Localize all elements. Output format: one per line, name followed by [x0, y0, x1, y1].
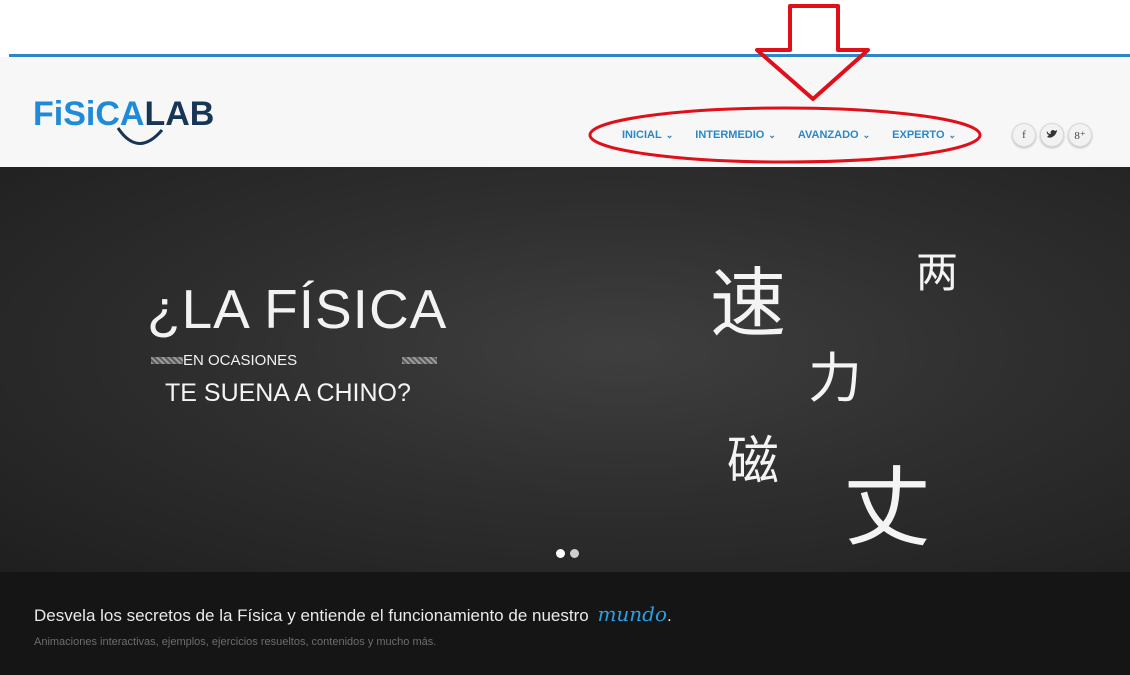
carousel-dot-2[interactable] — [570, 549, 579, 558]
kanji-length: 丈 — [843, 456, 932, 559]
chevron-down-icon: ⌄ — [862, 129, 871, 140]
tagline-subtext: Animaciones interactivas, ejemplos, ejer… — [34, 636, 437, 648]
chevron-down-icon: ⌄ — [948, 129, 957, 140]
nav-label: EXPERTO — [892, 129, 945, 141]
facebook-button[interactable]: f — [1012, 123, 1036, 147]
carousel-dot-1[interactable] — [556, 549, 565, 558]
nav-label: INICIAL — [622, 129, 662, 141]
chevron-down-icon: ⌄ — [665, 129, 674, 140]
facebook-icon: f — [1022, 129, 1026, 141]
kanji-force: 力 — [808, 347, 862, 410]
hero-title-line2: TE SUENA A CHINO? — [165, 379, 411, 407]
logo-smile-icon — [116, 127, 164, 145]
hero-subtitle: EN OCASIONES — [183, 352, 298, 369]
tagline-text: Desvela los secretos de la Física y enti… — [34, 606, 589, 625]
kanji-magnet: 磁 — [727, 432, 780, 492]
carousel-dots — [556, 549, 579, 558]
twitter-icon — [1046, 129, 1058, 142]
site-header: FiSiCA LAB — [0, 57, 1130, 167]
kanji-two: 两 — [916, 248, 959, 297]
google-plus-icon: 8⁺ — [1074, 129, 1086, 142]
tagline-end: . — [667, 606, 672, 625]
hero-dash-right — [402, 357, 437, 364]
nav-item-avanzado[interactable]: AVANZADO ⌄ — [798, 129, 870, 141]
twitter-button[interactable] — [1040, 123, 1064, 147]
tagline-accent: mundo — [597, 602, 668, 626]
nav-label: INTERMEDIO — [695, 129, 765, 141]
tagline: Desvela los secretos de la Física y enti… — [34, 602, 672, 626]
chevron-down-icon: ⌄ — [768, 129, 776, 140]
google-plus-button[interactable]: 8⁺ — [1068, 123, 1092, 147]
hero-banner: ¿LA FÍSICA EN OCASIONES TE SUENA A CHINO… — [0, 167, 1130, 572]
kanji-speed: 速 — [710, 259, 786, 348]
hero-footer: Desvela los secretos de la Física y enti… — [0, 572, 1130, 675]
main-nav: INICIAL ⌄ INTERMEDIO ⌄ AVANZADO ⌄ EXPERTO ⌄ — [622, 129, 978, 141]
nav-item-experto[interactable]: EXPERTO ⌄ — [892, 129, 956, 141]
social-links: f 8⁺ — [1012, 123, 1096, 147]
nav-item-inicial[interactable]: INICIAL ⌄ — [622, 129, 673, 141]
hero-dash-left — [151, 357, 183, 364]
hero-title: ¿LA FÍSICA — [147, 278, 448, 340]
nav-label: AVANZADO — [797, 129, 859, 141]
nav-item-intermedio[interactable]: INTERMEDIO ⌄ — [695, 129, 776, 141]
